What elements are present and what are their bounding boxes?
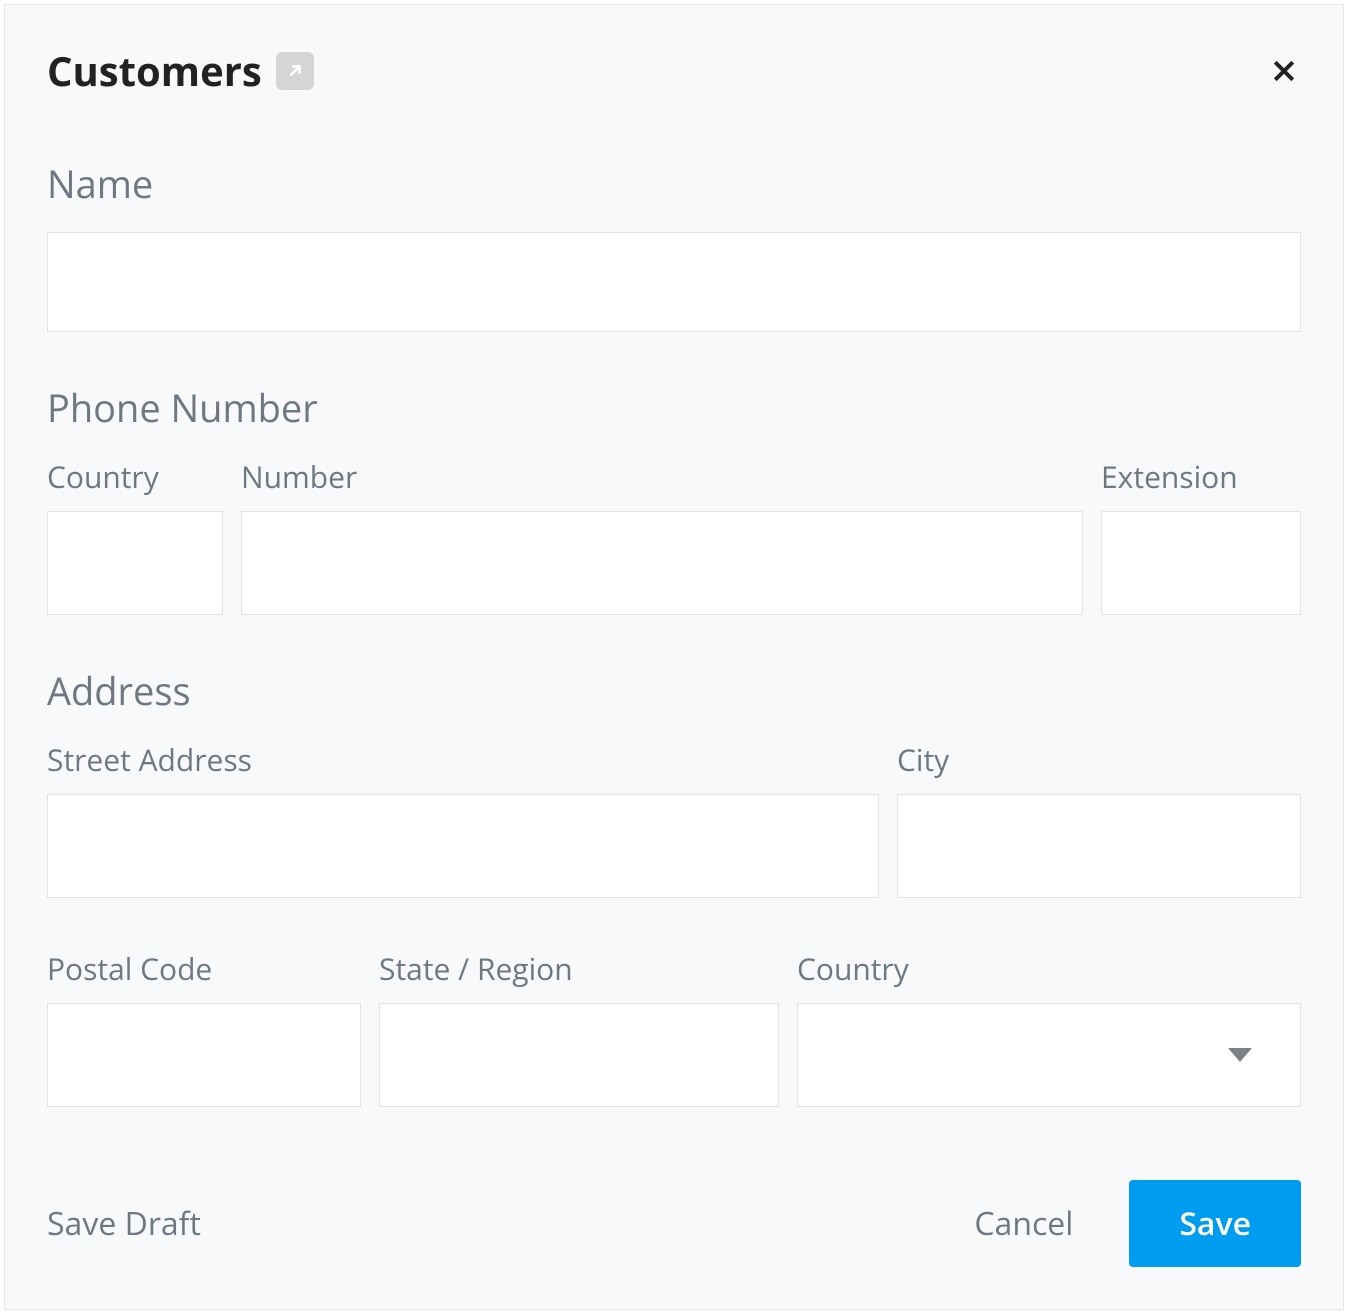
address-country-select[interactable]: [797, 1003, 1301, 1107]
phone-number-label: Number: [241, 456, 1083, 497]
phone-number-input[interactable]: [241, 511, 1083, 615]
chevron-down-icon: [1228, 1048, 1252, 1062]
phone-row: Country Number Extension: [47, 456, 1301, 615]
phone-country-input[interactable]: [47, 511, 223, 615]
postal-input[interactable]: [47, 1003, 361, 1107]
name-section-label: Name: [47, 158, 1301, 210]
state-label: State / Region: [379, 948, 779, 989]
modal-header: Customers: [47, 43, 1301, 98]
title-wrap: Customers: [47, 43, 314, 98]
phone-country-label: Country: [47, 456, 223, 497]
cancel-button[interactable]: Cancel: [974, 1202, 1073, 1245]
phone-section-label: Phone Number: [47, 382, 1301, 434]
popout-icon[interactable]: [276, 52, 314, 90]
city-input[interactable]: [897, 794, 1301, 898]
name-input[interactable]: [47, 232, 1301, 332]
modal-footer: Save Draft Cancel Save: [47, 1140, 1301, 1267]
modal-title: Customers: [47, 43, 262, 98]
address-row-2: Postal Code State / Region Country: [47, 948, 1301, 1107]
save-button[interactable]: Save: [1129, 1180, 1301, 1267]
address-row-1: Street Address City: [47, 739, 1301, 898]
street-input[interactable]: [47, 794, 879, 898]
address-country-label: Country: [797, 948, 1301, 989]
close-button[interactable]: [1267, 54, 1301, 88]
city-label: City: [897, 739, 1301, 780]
address-section-label: Address: [47, 665, 1301, 717]
phone-extension-label: Extension: [1101, 456, 1301, 497]
save-draft-button[interactable]: Save Draft: [47, 1202, 201, 1245]
street-label: Street Address: [47, 739, 879, 780]
phone-extension-input[interactable]: [1101, 511, 1301, 615]
customer-form-modal: Customers Name Phone Number Country Numb…: [4, 4, 1344, 1310]
postal-label: Postal Code: [47, 948, 361, 989]
state-input[interactable]: [379, 1003, 779, 1107]
